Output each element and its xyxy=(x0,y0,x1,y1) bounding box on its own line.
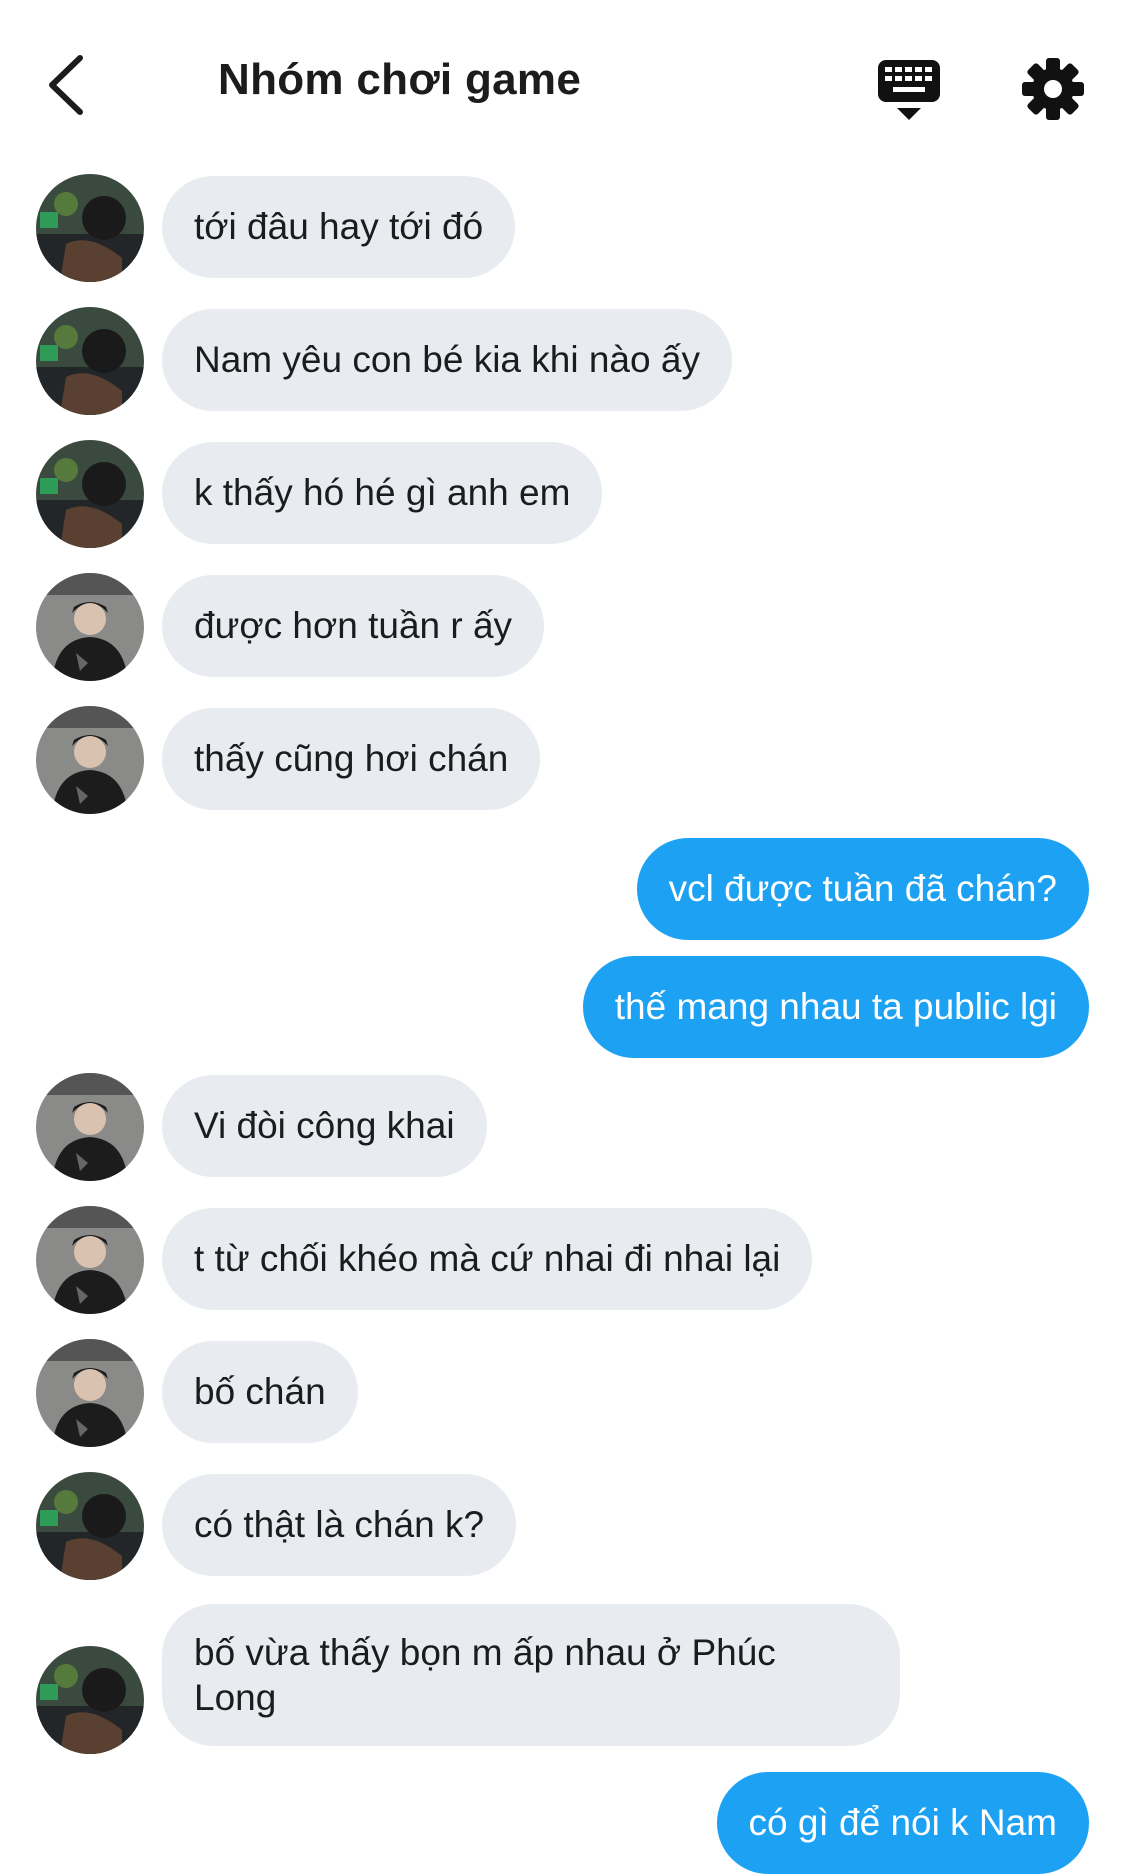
message-bubble[interactable]: được hơn tuần r ấy xyxy=(162,575,545,677)
avatar-photo-a xyxy=(36,1472,144,1580)
avatar-photo-b xyxy=(36,1206,144,1314)
message-bubble[interactable]: t từ chối khéo mà cứ nhai đi nhai lại xyxy=(162,1208,813,1310)
avatar-photo-b xyxy=(36,1073,144,1181)
avatar[interactable] xyxy=(36,440,144,548)
avatar[interactable] xyxy=(36,1206,144,1314)
message-bubble-outgoing[interactable]: vcl được tuần đã chán? xyxy=(636,838,1089,940)
message-bubble[interactable]: bố chán xyxy=(162,1341,358,1443)
message-bubble-outgoing[interactable]: thế mang nhau ta public lgi xyxy=(582,956,1089,1058)
message-bubble-outgoing[interactable]: có gì để nói k Nam xyxy=(716,1772,1089,1874)
avatar[interactable] xyxy=(36,1646,144,1754)
avatar[interactable] xyxy=(36,573,144,681)
message-bubble[interactable]: có thật là chán k? xyxy=(162,1474,517,1576)
message-bubble[interactable]: thấy cũng hơi chán xyxy=(162,708,541,810)
avatar[interactable] xyxy=(36,1073,144,1181)
message-bubble[interactable]: Vi đòi công khai xyxy=(162,1075,487,1177)
avatar-photo-b xyxy=(36,1339,144,1447)
message-bubble[interactable]: tới đâu hay tới đó xyxy=(162,176,516,278)
message-bubble[interactable]: bố vừa thấy bọn m ấp nhau ở Phúc Long xyxy=(162,1604,900,1746)
message-bubble[interactable]: k thấy hó hé gì anh em xyxy=(162,442,603,544)
avatar[interactable] xyxy=(36,174,144,282)
avatar[interactable] xyxy=(36,706,144,814)
avatar-photo-b xyxy=(36,573,144,681)
avatar[interactable] xyxy=(36,1472,144,1580)
avatar-photo-a xyxy=(36,440,144,548)
avatar[interactable] xyxy=(36,1339,144,1447)
avatar-photo-a xyxy=(36,1646,144,1754)
avatar-photo-a xyxy=(36,307,144,415)
avatar-photo-a xyxy=(36,174,144,282)
avatar-photo-b xyxy=(36,706,144,814)
message-list[interactable]: tới đâu hay tới đó Nam yêu con bé kia kh… xyxy=(0,0,1125,1874)
message-bubble[interactable]: Nam yêu con bé kia khi nào ấy xyxy=(162,309,732,411)
avatar[interactable] xyxy=(36,307,144,415)
